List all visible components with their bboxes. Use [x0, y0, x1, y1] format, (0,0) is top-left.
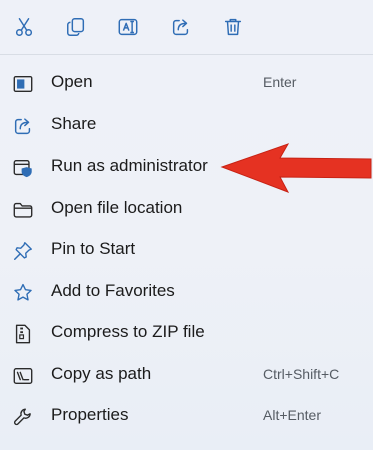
folder-icon [12, 199, 34, 221]
app-window-icon [12, 73, 34, 95]
zip-icon [12, 323, 34, 345]
pin-icon [12, 240, 34, 262]
shortcut-label: Alt+Enter [263, 407, 321, 423]
menu-item-add-to-favorites[interactable]: Add to Favorites [0, 273, 373, 313]
star-icon [12, 282, 34, 304]
menu-item-label: Compress to ZIP file [51, 322, 205, 341]
menu-item-compress-to-zip[interactable]: Compress to ZIP file [0, 314, 373, 354]
share-icon [172, 19, 189, 36]
share-icon [12, 115, 34, 137]
copy-icon [67, 18, 85, 36]
context-menu-toolbar [0, 0, 373, 54]
share-toolbar-button[interactable] [164, 10, 198, 44]
menu-item-label: Pin to Start [51, 239, 136, 258]
wrench-icon [12, 406, 34, 428]
uac-shield-icon [12, 157, 34, 179]
annotation-arrow [220, 143, 372, 193]
menu-item-label: Properties [51, 405, 129, 424]
menu-item-label: Share [51, 114, 97, 133]
cut-icon [15, 18, 33, 36]
menu-item-label: Run as administrator [51, 156, 208, 175]
shortcut-label: Ctrl+Shift+C [263, 366, 340, 382]
menu-item-label: Add to Favorites [51, 281, 175, 300]
menu-item-label: Open [51, 72, 93, 91]
copy-button[interactable] [59, 10, 93, 44]
menu-item-label: Copy as path [51, 364, 152, 383]
rename-button[interactable] [111, 10, 145, 44]
menu-item-open[interactable]: Open Enter [0, 64, 373, 104]
context-menu: Open Enter Share Run as administrator Op… [0, 0, 373, 450]
rename-icon [118, 18, 138, 36]
shortcut-label: Enter [263, 74, 297, 90]
toolbar-divider [0, 54, 373, 55]
menu-item-label: Open file location [51, 198, 183, 217]
delete-icon [224, 18, 242, 36]
delete-button[interactable] [216, 10, 250, 44]
menu-item-pin-to-start[interactable]: Pin to Start [0, 231, 373, 271]
menu-item-copy-as-path[interactable]: Copy as path Ctrl+Shift+C [0, 356, 373, 396]
cut-button[interactable] [7, 10, 41, 44]
copy-path-icon [12, 365, 34, 387]
menu-item-properties[interactable]: Properties Alt+Enter [0, 397, 373, 437]
